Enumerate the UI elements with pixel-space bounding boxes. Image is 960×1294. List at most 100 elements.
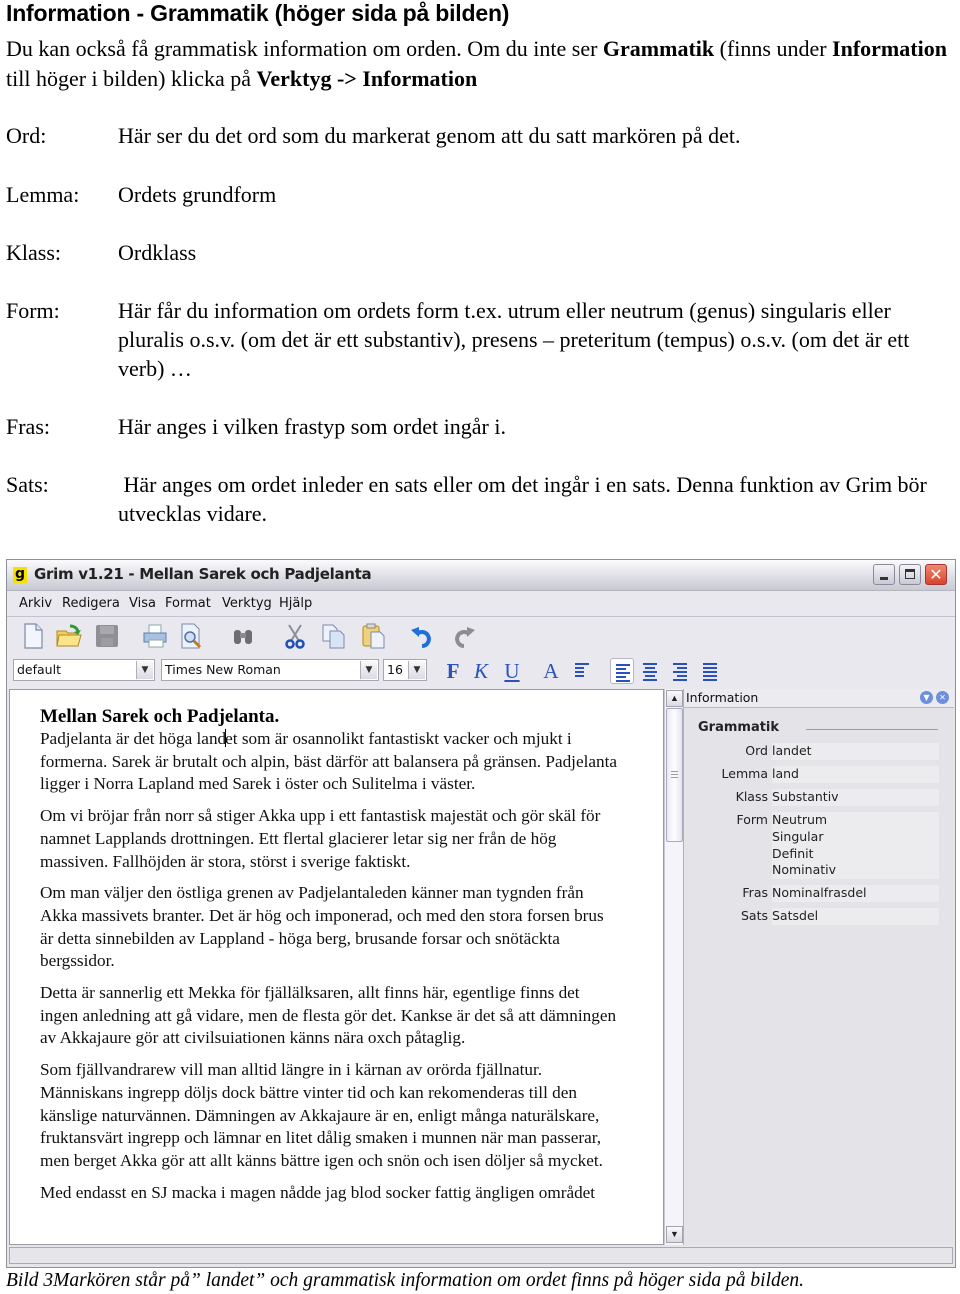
grammar-key: Form [736, 812, 769, 827]
editor-paragraph: Om vi bröjar från norr så stiger Akka up… [40, 806, 601, 871]
collapse-icon[interactable]: ▼ [920, 691, 933, 704]
open-folder-icon[interactable] [55, 622, 83, 650]
grammar-value: Definit [772, 845, 814, 861]
definition-label: Ord: [6, 123, 47, 148]
justify-icon [703, 663, 717, 683]
font-color-button[interactable]: A [540, 659, 562, 683]
intro-bold-information: Information [832, 36, 947, 61]
definition-text: Här får du information om ordets form t.… [118, 298, 910, 381]
information-panel: Information ▼ ✕ Grammatik Ord landet Lem… [683, 689, 954, 1245]
menu-redigera[interactable]: Redigera [62, 596, 120, 611]
intro-text: (finns under [714, 36, 833, 61]
chevron-down-icon[interactable]: ▼ [408, 661, 425, 679]
section-divider [806, 729, 938, 730]
align-right-button[interactable] [668, 658, 692, 684]
grammar-value: Satsdel [772, 908, 939, 925]
grammar-key: Ord [745, 743, 768, 758]
save-icon[interactable] [93, 622, 121, 650]
close-icon: ✕ [929, 565, 943, 584]
editor-paragraph: Padjelanta är det höga landet som är osa… [40, 728, 620, 796]
scroll-thumb[interactable] [666, 708, 683, 842]
style-select-value: default [17, 662, 61, 677]
definition-label: Form: [6, 298, 60, 323]
editor-text: Padjelanta är det höga land [40, 729, 227, 748]
menu-hjalp[interactable]: Hjälp [279, 596, 312, 611]
grammar-value-list: Neutrum Singular Definit Nominativ [772, 812, 939, 879]
standard-toolbar [7, 617, 955, 655]
minimize-icon [880, 577, 888, 580]
style-select[interactable]: default ▼ [13, 659, 155, 681]
align-center-icon [643, 663, 657, 683]
grammar-key: Sats [740, 908, 768, 923]
menu-format[interactable]: Format [165, 596, 211, 611]
align-left-button[interactable] [610, 658, 634, 684]
menu-arkiv[interactable]: Arkiv [19, 596, 52, 611]
chevron-down-icon[interactable]: ▼ [136, 661, 153, 679]
menu-visa[interactable]: Visa [129, 596, 156, 611]
grammatik-title: Grammatik [698, 720, 780, 735]
font-size-select[interactable]: 16 ▼ [383, 659, 427, 681]
scroll-down-button[interactable]: ▼ [666, 1226, 683, 1243]
definition-text: Här ser du det ord som du markerat genom… [118, 123, 741, 148]
menu-verktyg[interactable]: Verktyg [222, 596, 272, 611]
definition-label: Klass: [6, 240, 61, 265]
grim-window: g Grim v1.21 - Mellan Sarek och Padjelan… [6, 559, 956, 1268]
find-binoculars-icon[interactable] [229, 622, 257, 650]
title-bar[interactable]: g Grim v1.21 - Mellan Sarek och Padjelan… [7, 560, 955, 591]
figure-caption: Bild 3Markören står på” landet” och gram… [6, 1270, 805, 1291]
editor-paragraph: Detta är sannerlig ett Mekka för fjälläl… [40, 983, 617, 1048]
definition-text: Ordklass [118, 240, 197, 265]
minimize-button[interactable] [873, 564, 895, 585]
app-icon: g [13, 566, 27, 583]
grammar-key: Fras [742, 885, 768, 900]
grammar-key: Klass [735, 789, 768, 804]
grammar-value: Singular [772, 828, 824, 844]
justify-button[interactable] [698, 658, 722, 684]
grammar-value: Substantiv [772, 789, 939, 806]
maximize-button[interactable] [899, 564, 921, 585]
format-toolbar: default ▼ Times New Roman ▼ 16 ▼ F K U A [7, 655, 955, 689]
align-center-button[interactable] [638, 658, 662, 684]
scroll-up-button[interactable]: ▲ [666, 690, 683, 707]
text-editor[interactable]: Mellan Sarek och Padjelanta. Padjelanta … [9, 689, 664, 1245]
font-select[interactable]: Times New Roman ▼ [161, 659, 379, 681]
close-button[interactable]: ✕ [925, 564, 947, 585]
cut-scissors-icon[interactable] [281, 622, 309, 650]
copy-icon[interactable] [319, 622, 347, 650]
new-document-icon[interactable] [19, 622, 47, 650]
editor-scrollbar[interactable]: ▲ ▼ [664, 689, 684, 1245]
close-panel-icon[interactable]: ✕ [936, 691, 949, 704]
align-left-icon [616, 664, 630, 684]
font-size-value: 16 [387, 662, 403, 677]
definition-label: Fras: [6, 414, 50, 439]
intro-paragraph: Du kan också få grammatisk information o… [6, 34, 956, 94]
grammar-value: Neutrum [772, 812, 828, 827]
chevron-down-icon[interactable]: ▼ [360, 661, 377, 679]
undo-icon[interactable] [409, 622, 437, 650]
grammar-value: Nominativ [772, 862, 837, 878]
intro-text: till höger i bilden) klicka på [6, 66, 257, 91]
editor-paragraph: Om man väljer den östliga grenen av Padj… [40, 883, 604, 971]
editor-content: Padjelanta är det höga landet som är osa… [40, 728, 620, 1213]
grammar-key: Lemma [721, 766, 768, 781]
grammar-value: landet [772, 743, 939, 760]
italic-button[interactable]: K [470, 659, 492, 683]
definition-text: Här anges i vilken frastyp som ordet ing… [118, 414, 506, 439]
underline-button[interactable]: U [501, 659, 523, 683]
information-panel-header: Information ▼ ✕ [684, 689, 954, 708]
grammar-value: Nominalfrasdel [772, 885, 939, 902]
definition-text: Ordets grundform [118, 182, 277, 207]
information-panel-title: Information [686, 690, 759, 705]
redo-icon[interactable] [449, 622, 477, 650]
intro-bold-menu-path: Verktyg -> Information [256, 66, 478, 91]
editor-paragraph: Som fjällvandrarew vill man alltid längr… [40, 1060, 603, 1170]
paste-icon[interactable] [359, 622, 387, 650]
bold-button[interactable]: F [442, 659, 464, 683]
print-icon[interactable] [141, 622, 169, 650]
document-title: Information - Grammatik (höger sida på b… [6, 0, 510, 26]
font-select-value: Times New Roman [165, 662, 281, 677]
intro-bold-grammatik: Grammatik [602, 36, 715, 61]
print-preview-icon[interactable] [177, 622, 205, 650]
paragraph-button[interactable] [570, 658, 594, 684]
grip-icon [671, 771, 678, 780]
